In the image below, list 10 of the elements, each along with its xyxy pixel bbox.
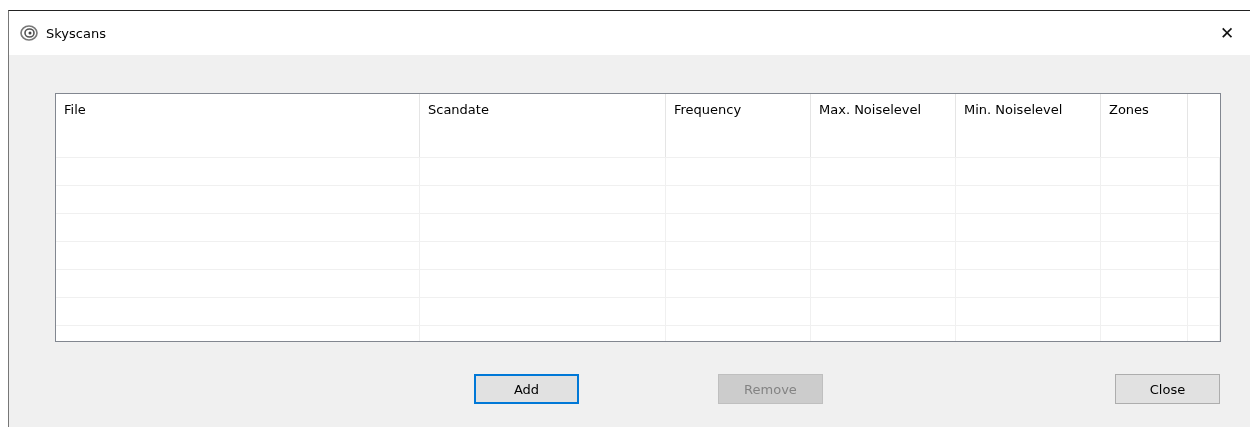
column-header[interactable]: Max. Noiselevel [811,94,956,157]
dialog-button[interactable]: Add [474,374,579,404]
dialog-button[interactable]: Close [1115,374,1220,404]
column-header[interactable]: Zones [1101,94,1188,157]
column-header[interactable]: Min. Noiselevel [956,94,1101,157]
column-header[interactable]: Frequency [666,94,811,157]
column-header[interactable]: File [56,94,420,157]
column-header[interactable]: Scandate [420,94,666,157]
close-button[interactable]: ✕ [1204,11,1250,55]
window-title: Skyscans [46,25,106,41]
